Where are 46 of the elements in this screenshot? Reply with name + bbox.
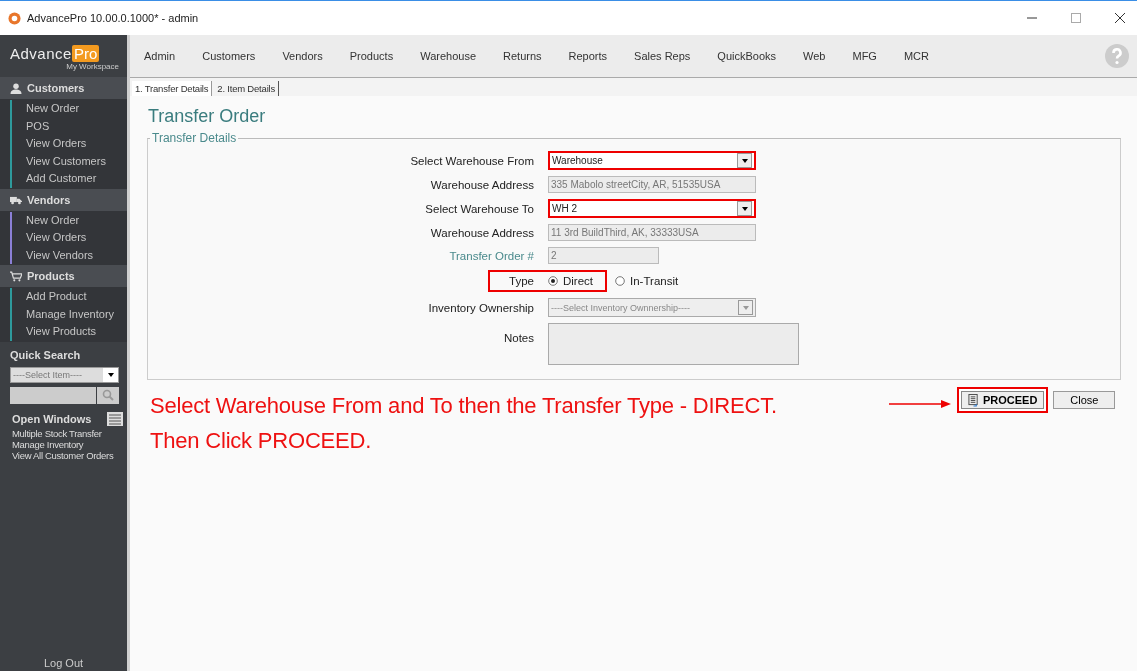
instruction-text: Then Click PROCEED. bbox=[150, 427, 373, 455]
open-window-link[interactable]: Manage Inventory bbox=[12, 438, 127, 450]
field-label: Warehouse Address bbox=[429, 178, 534, 191]
field-label: Select Warehouse From bbox=[409, 154, 534, 167]
menu-item[interactable]: Returns bbox=[503, 50, 542, 62]
field-label: Warehouse Address bbox=[429, 226, 534, 239]
section-header[interactable]: Customers bbox=[0, 77, 127, 99]
radio-option[interactable]: Direct bbox=[548, 275, 594, 287]
logo-text: Advance bbox=[10, 45, 72, 62]
menu-item[interactable]: Vendors bbox=[282, 50, 323, 62]
section-header[interactable]: Products bbox=[0, 265, 127, 287]
dropdown[interactable]: WH 2 bbox=[548, 199, 756, 218]
window-title: AdvancePro 10.00.0.1000* - admin bbox=[27, 12, 199, 24]
field-label: Select Warehouse To bbox=[424, 202, 534, 215]
radio-option[interactable]: In-Transit bbox=[615, 275, 679, 287]
quick-search-title: Quick Search bbox=[10, 348, 82, 361]
instruction-text: Select Warehouse From and To then the Transfer Type - DIRECT. bbox=[150, 392, 778, 420]
group-title: Transfer Details bbox=[151, 131, 238, 145]
field-label: Transfer Order # bbox=[448, 249, 534, 262]
close-button[interactable]: Close bbox=[1053, 391, 1116, 409]
dropdown[interactable]: Warehouse bbox=[548, 151, 756, 170]
menu-item[interactable]: QuickBooks bbox=[717, 50, 777, 62]
field-label: Notes bbox=[502, 332, 534, 344]
proceed-button[interactable]: PROCEED bbox=[957, 387, 1049, 413]
logout-link[interactable]: Log Out bbox=[0, 657, 127, 671]
menu-item[interactable]: Sales Reps bbox=[634, 50, 691, 62]
logo-subtitle: My Workspace bbox=[66, 62, 119, 71]
tab[interactable]: 1. Transfer Details bbox=[132, 81, 213, 96]
open-window-link[interactable]: Multiple Stock Transfer bbox=[12, 427, 127, 439]
menu-item[interactable]: Products bbox=[349, 50, 394, 62]
menu-item[interactable]: Warehouse bbox=[420, 50, 476, 62]
menu-item[interactable]: Reports bbox=[568, 50, 608, 62]
open-windows-title: Open Windows bbox=[12, 412, 92, 425]
tab[interactable]: 2. Item Details bbox=[214, 81, 279, 96]
menu-item[interactable]: MCR bbox=[903, 50, 929, 62]
item-select[interactable]: ----Select Item---- bbox=[10, 366, 119, 383]
field-label: Type bbox=[508, 275, 534, 287]
menu-item[interactable]: Web bbox=[803, 50, 826, 62]
menu-item[interactable]: Admin bbox=[144, 50, 176, 62]
field-label: Inventory Ownership bbox=[427, 301, 534, 314]
page-title: Transfer Order bbox=[148, 106, 267, 127]
section-header[interactable]: Vendors bbox=[0, 188, 127, 211]
menu-item[interactable]: Customers bbox=[202, 50, 256, 62]
menu-item[interactable]: MFG bbox=[852, 50, 877, 62]
open-window-link[interactable]: View All Customer Orders bbox=[12, 449, 127, 461]
logo-badge: Pro bbox=[71, 45, 100, 62]
